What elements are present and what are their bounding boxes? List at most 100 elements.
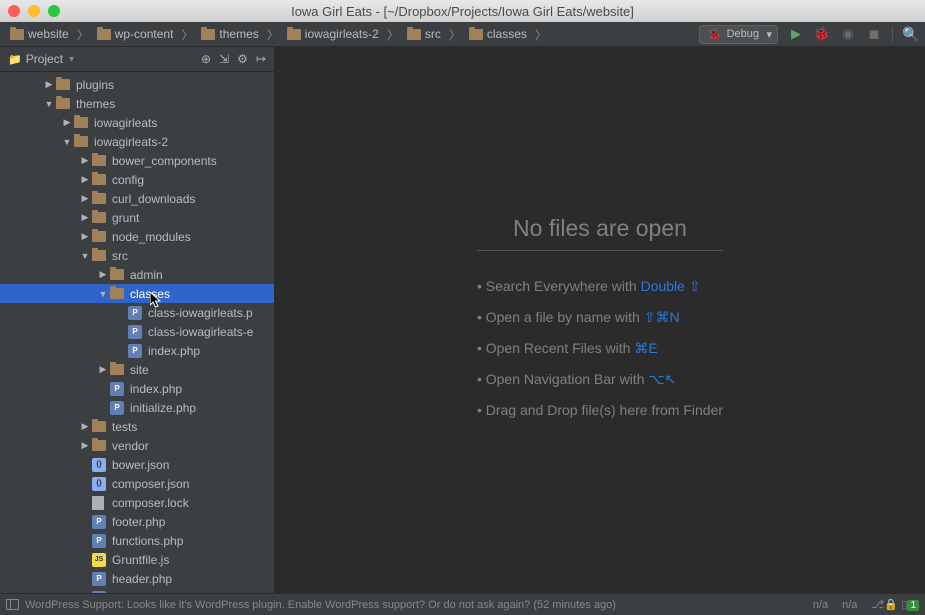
chevron-right-icon[interactable]: ▶ bbox=[80, 231, 90, 242]
minimize-window-button[interactable] bbox=[28, 5, 40, 17]
tree-node-label: footer.php bbox=[112, 515, 165, 529]
chevron-right-icon[interactable]: ▶ bbox=[80, 155, 90, 166]
chevron-right-icon[interactable]: ▶ bbox=[98, 269, 108, 280]
chevron-right-icon[interactable]: ▶ bbox=[80, 421, 90, 432]
breadcrumb-label: themes bbox=[219, 27, 258, 41]
folder-icon bbox=[92, 440, 108, 451]
tree-node[interactable]: ▼iowagirleats-2 bbox=[0, 132, 274, 151]
tip-text: Open Recent Files with bbox=[486, 340, 635, 356]
tree-node[interactable]: ▶grunt bbox=[0, 208, 274, 227]
sidebar-header: 📁 Project ▾ ⊕ ⇲ ⚙ ↦ bbox=[0, 47, 274, 72]
run-button[interactable]: ▶ bbox=[788, 26, 804, 42]
tree-node[interactable]: initialize.php bbox=[0, 398, 274, 417]
search-button[interactable]: 🔍 bbox=[903, 26, 919, 42]
maximize-window-button[interactable] bbox=[48, 5, 60, 17]
tree-node[interactable]: ▶ node_modules bbox=[0, 227, 274, 246]
chevron-down-icon[interactable]: ▼ bbox=[62, 137, 72, 147]
folder-icon bbox=[92, 174, 108, 185]
js-icon bbox=[92, 553, 108, 567]
tree-node[interactable]: ▶ curl_downloads bbox=[0, 189, 274, 208]
breadcrumb-iowagirleats-2[interactable]: iowagirleats-2〉 bbox=[283, 26, 403, 43]
folder-icon bbox=[74, 136, 90, 147]
tree-node[interactable]: ▶vendor bbox=[0, 436, 274, 455]
coverage-button[interactable]: ◉ bbox=[840, 26, 856, 42]
toolbar-right: 🐞 Debug ▶ 🐞 ◉ ◼ 🔍 bbox=[699, 25, 919, 44]
tree-node[interactable]: ▼ themes bbox=[0, 94, 274, 113]
hide-button[interactable]: ↦ bbox=[256, 52, 266, 66]
breadcrumb-website[interactable]: website〉 bbox=[6, 26, 93, 43]
chevron-right-icon[interactable]: ▶ bbox=[98, 364, 108, 375]
tree-node[interactable]: ▶ bower_components bbox=[0, 151, 274, 170]
chevron-down-icon[interactable]: ▼ bbox=[98, 289, 108, 299]
tree-node[interactable]: index.php bbox=[0, 379, 274, 398]
sidebar-title: Project bbox=[26, 52, 63, 66]
chevron-right-icon: 〉 bbox=[387, 26, 399, 43]
close-window-button[interactable] bbox=[8, 5, 20, 17]
status-encoding[interactable]: n/a bbox=[813, 599, 828, 611]
breadcrumb-wp-content[interactable]: wp-content〉 bbox=[93, 26, 198, 43]
dropdown-icon[interactable]: ▾ bbox=[69, 54, 74, 65]
tree-node[interactable]: ▶admin bbox=[0, 265, 274, 284]
tree-node[interactable]: index.php bbox=[0, 341, 274, 360]
tree-node-label: plugins bbox=[76, 78, 114, 92]
tree-node[interactable]: class-iowagirleats.p bbox=[0, 303, 274, 322]
status-message[interactable]: WordPress Support: Looks like it's WordP… bbox=[25, 599, 616, 611]
tree-node[interactable]: Gruntfile.js bbox=[0, 550, 274, 569]
breadcrumb-classes[interactable]: classes〉 bbox=[465, 26, 551, 43]
chevron-right-icon[interactable]: ▶ bbox=[80, 212, 90, 223]
keyboard-shortcut: ⇧⌘N bbox=[644, 309, 680, 325]
tree-node-label: Gruntfile.js bbox=[112, 553, 169, 567]
tree-node[interactable]: composer.lock bbox=[0, 493, 274, 512]
chevron-right-icon: 〉 bbox=[77, 26, 89, 43]
tree-node[interactable]: footer.php bbox=[0, 512, 274, 531]
chevron-right-icon[interactable]: ▶ bbox=[62, 117, 72, 128]
scroll-from-source-button[interactable]: ⊕ bbox=[201, 52, 211, 66]
editor-area[interactable]: No files are open Search Everywhere with… bbox=[275, 47, 925, 593]
chevron-right-icon: 〉 bbox=[535, 26, 547, 43]
tree-node[interactable]: ▶iowagirleats bbox=[0, 113, 274, 132]
breadcrumb-themes[interactable]: themes〉 bbox=[197, 26, 282, 43]
notifications-indicator[interactable]: ▯1 bbox=[901, 598, 919, 611]
notifications-badge: 1 bbox=[907, 600, 919, 611]
tree-node[interactable]: ▶ plugins bbox=[0, 75, 274, 94]
php-icon bbox=[92, 572, 108, 586]
tree-node-label: themes bbox=[76, 97, 115, 111]
project-tree[interactable]: ▶ plugins ▼ themes ▶iowagirleats▼iowagirleat… bbox=[0, 72, 274, 593]
chevron-right-icon[interactable]: ▶ bbox=[44, 79, 54, 90]
stop-button[interactable]: ◼ bbox=[866, 26, 882, 42]
chevron-right-icon[interactable]: ▶ bbox=[80, 193, 90, 204]
tree-node[interactable]: header.php bbox=[0, 569, 274, 588]
tip-text: Search Everywhere with bbox=[486, 278, 641, 294]
tree-node[interactable]: composer.json bbox=[0, 474, 274, 493]
git-branch-indicator[interactable]: ⎇ 🔒 bbox=[871, 598, 887, 611]
php-icon bbox=[128, 306, 144, 320]
collapse-all-button[interactable]: ⇲ bbox=[219, 52, 229, 66]
chevron-right-icon[interactable]: ▶ bbox=[80, 174, 90, 185]
tree-node[interactable]: ▶site bbox=[0, 360, 274, 379]
tree-node-label: class-iowagirleats-e bbox=[148, 325, 253, 339]
chevron-right-icon[interactable]: ▶ bbox=[80, 440, 90, 451]
tree-node[interactable]: ▼classes bbox=[0, 284, 274, 303]
status-right: n/a n/a ⎇ 🔒 ▯1 bbox=[813, 598, 919, 611]
breadcrumb-src[interactable]: src〉 bbox=[403, 26, 465, 43]
folder-icon bbox=[407, 29, 421, 40]
debug-button[interactable]: 🐞 bbox=[814, 26, 830, 42]
chevron-down-icon[interactable]: ▼ bbox=[44, 99, 54, 109]
tree-node[interactable]: class-iowagirleats-e bbox=[0, 322, 274, 341]
tree-node[interactable]: ▼src bbox=[0, 246, 274, 265]
folder-icon bbox=[10, 29, 24, 40]
chevron-down-icon[interactable]: ▼ bbox=[80, 251, 90, 261]
run-config-selector[interactable]: 🐞 Debug bbox=[699, 25, 778, 44]
tree-node[interactable]: ▶tests bbox=[0, 417, 274, 436]
tree-node-label: node_modules bbox=[112, 230, 191, 244]
tree-node[interactable]: ▶config bbox=[0, 170, 274, 189]
tree-node-label: curl_downloads bbox=[112, 192, 195, 206]
settings-icon[interactable]: ⚙ bbox=[237, 52, 248, 66]
project-icon: 📁 bbox=[8, 53, 22, 66]
tool-windows-button[interactable] bbox=[6, 599, 19, 610]
tree-node[interactable]: functions.php bbox=[0, 531, 274, 550]
tree-node[interactable]: bower.json bbox=[0, 455, 274, 474]
tree-node-label: bower_components bbox=[112, 154, 217, 168]
tree-node-label: composer.json bbox=[112, 477, 189, 491]
status-line-ending[interactable]: n/a bbox=[842, 599, 857, 611]
